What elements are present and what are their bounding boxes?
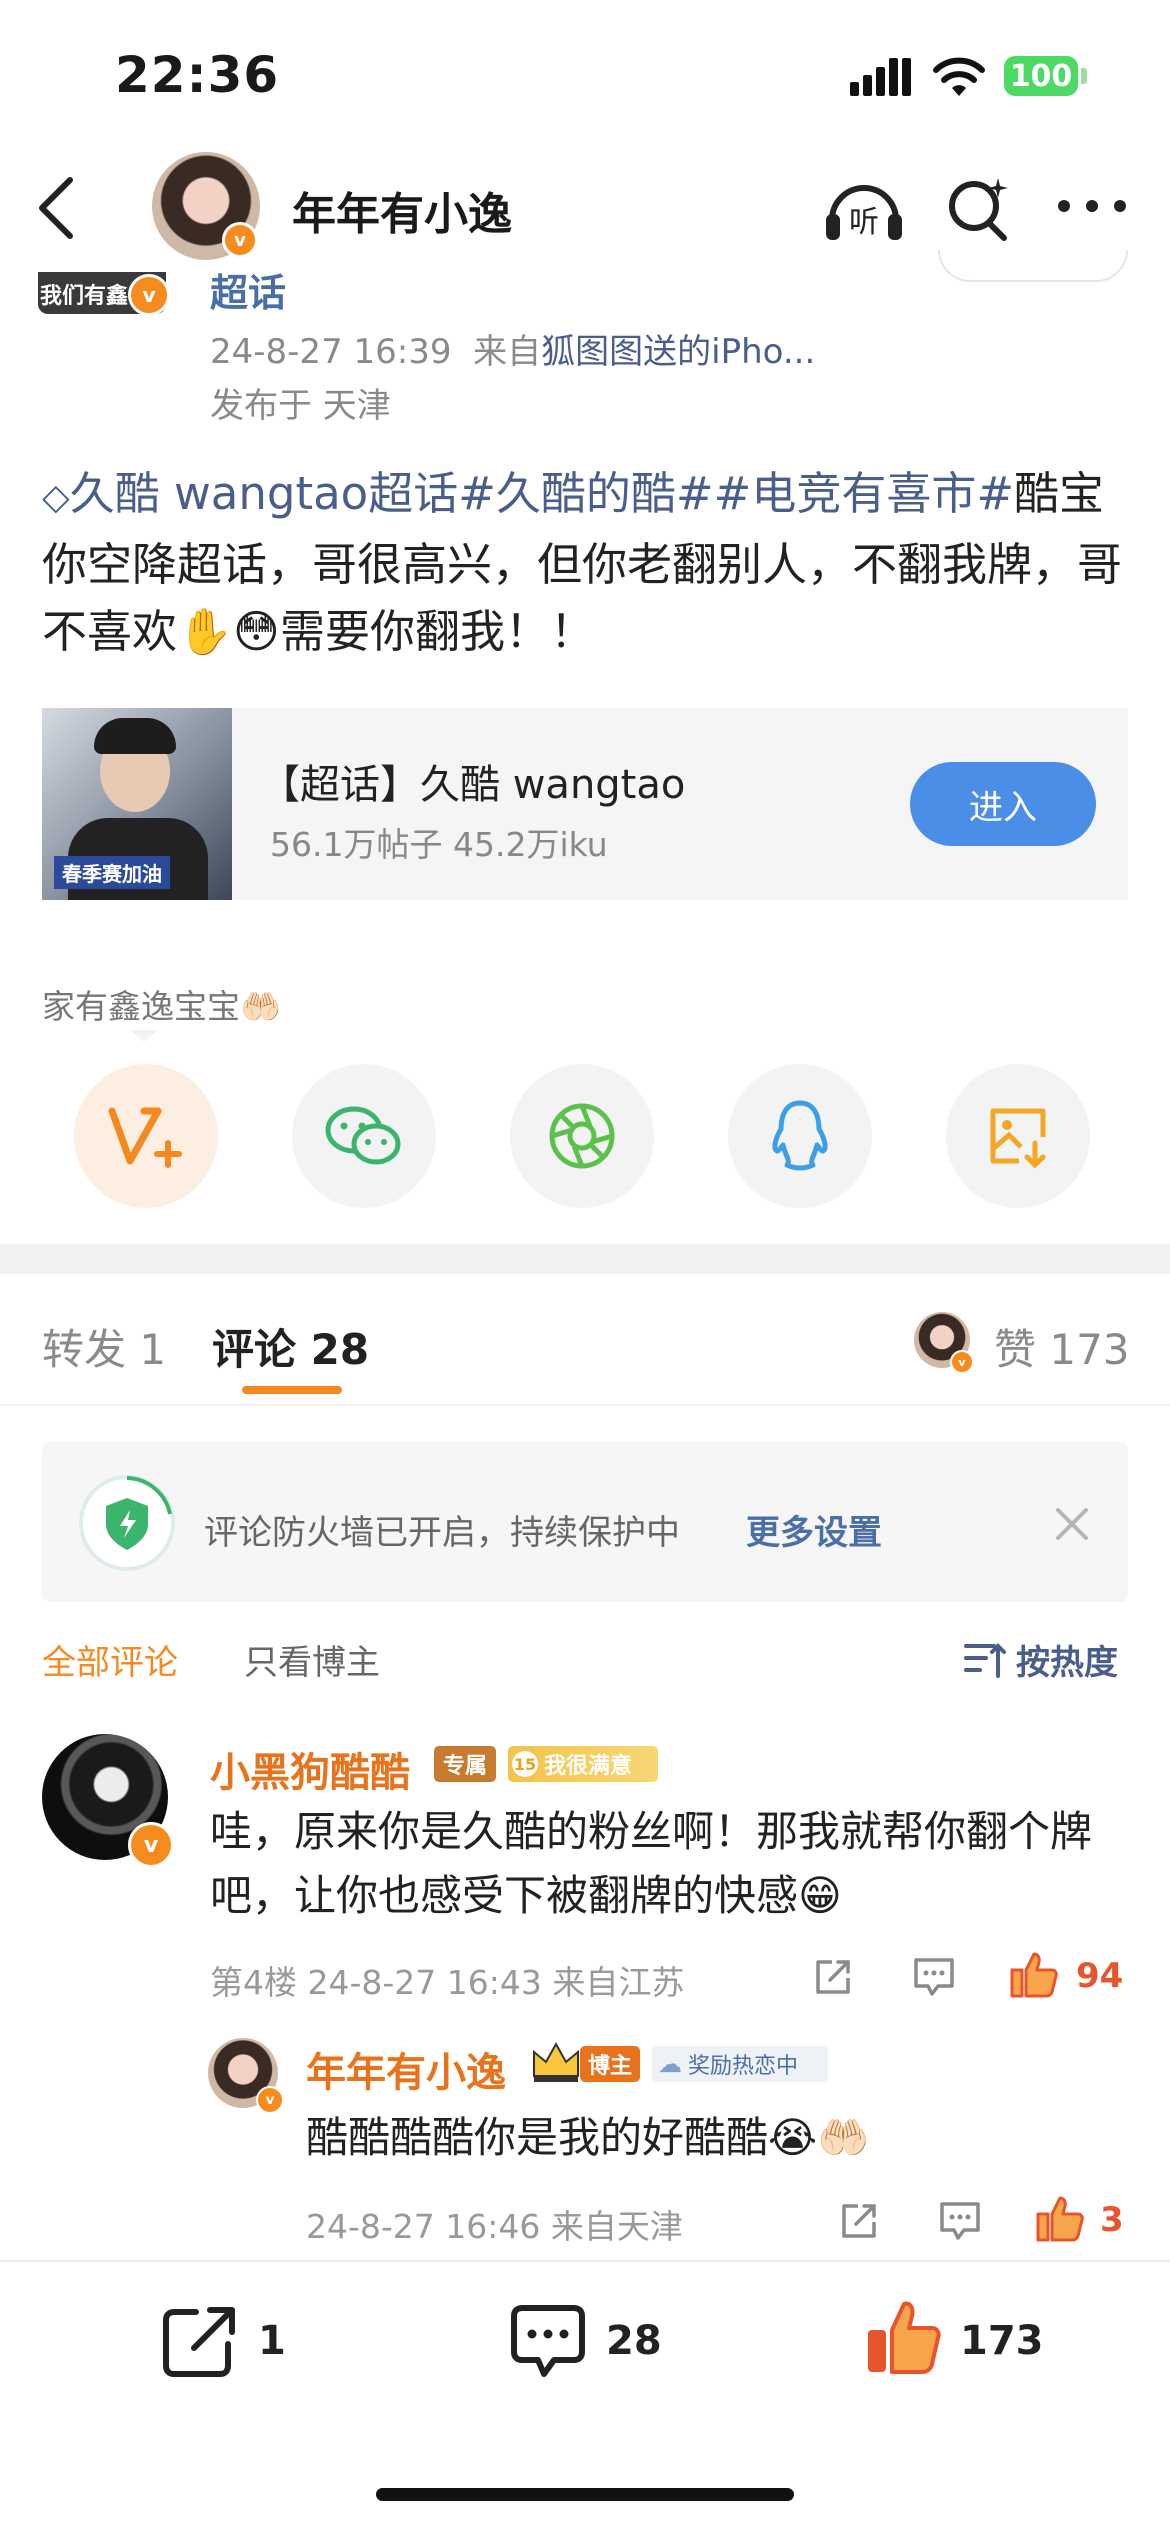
card-image-caption: 春季赛加油 (54, 856, 170, 889)
tabs-divider (0, 1404, 1170, 1406)
qq-icon (772, 1100, 828, 1171)
weibo-v-plus-icon (108, 1107, 182, 1168)
firewall-status-text: 评论防火墙已开启，持续保护中 (204, 1513, 680, 1553)
sort-icon (964, 1643, 1006, 1678)
section-divider (0, 1244, 1170, 1274)
cellular-signal-icon (850, 58, 912, 96)
tab-likes[interactable]: 赞 173 (994, 1316, 1130, 1377)
verified-badge-icon: v (222, 222, 258, 258)
tagline-pointer (130, 1030, 158, 1042)
reply-meta: 24-8-27 16:46 来自天津 (306, 2207, 683, 2246)
verified-badge-icon: v (950, 1350, 974, 1374)
reply-like-count: 3 (1100, 2200, 1124, 2240)
search-sparkle-icon[interactable] (944, 174, 1014, 244)
verified-badge-icon: v (128, 274, 170, 316)
supertopic-card-image: 春季赛加油 (42, 708, 232, 900)
battery-indicator: 100 (1004, 56, 1078, 96)
share-moments-circle[interactable] (510, 1064, 654, 1208)
op-badge: 博主 (580, 2046, 640, 2082)
comment-text: 哇，原来你是久酷的粉丝啊！那我就帮你翻个牌吧，让你也感受下被翻牌的快感😁 (210, 1807, 1093, 1920)
home-indicator (376, 2488, 794, 2501)
post-emoji: ✋😳 (177, 605, 280, 658)
comment-meta: 第4楼 24-8-27 16:43 来自江苏 (210, 1963, 685, 2002)
comment-count: 28 (606, 2318, 662, 2364)
svg-text:听: 听 (849, 205, 879, 240)
commenter-name[interactable]: 小黑狗酷酷 (210, 1740, 410, 1798)
active-tab-underline (242, 1386, 342, 1394)
filter-all-comments[interactable]: 全部评论 (42, 1635, 178, 1684)
status-time: 22:36 (115, 46, 280, 104)
cloud-icon: ☁ (658, 2050, 682, 2078)
exclusive-badge: 专属 (434, 1746, 496, 1782)
share-weibo-circle[interactable] (74, 1064, 218, 1208)
badge-level: 15 (512, 1751, 538, 1777)
reply-comment-icon[interactable] (912, 1956, 956, 1998)
badge-label: 我很满意 (544, 1754, 633, 1779)
like-thumb-icon[interactable] (1008, 1950, 1058, 2000)
repost-comment-icon[interactable] (812, 1956, 854, 1998)
reply-like-thumb-icon[interactable] (1034, 2194, 1084, 2244)
repost-icon[interactable] (160, 2304, 240, 2380)
save-image-icon (990, 1108, 1046, 1169)
reply-author-name[interactable]: 年年有小逸 (306, 2040, 506, 2098)
post-text: ◇久酷 wangtao超话#久酷的酷##电竞有喜市#酷宝你空降超话，哥很高兴，但… (42, 460, 1132, 665)
moments-icon (549, 1103, 615, 1169)
repost-count: 1 (258, 2318, 286, 2364)
post-location: 发布于 天津 (210, 386, 391, 426)
verified-badge-icon: v (256, 2086, 284, 2114)
listen-headphones-icon[interactable]: 听 (822, 172, 906, 244)
share-qq-circle[interactable] (728, 1064, 872, 1208)
like-filled-thumb-icon[interactable] (864, 2298, 942, 2376)
firewall-more-settings-link[interactable]: 更多设置 (746, 1505, 882, 1554)
reward-badge-label: 奖励热恋中 (688, 2054, 799, 2079)
back-arrow-icon[interactable] (34, 176, 78, 240)
header-username[interactable]: 年年有小逸 (292, 178, 512, 242)
share-wechat-circle[interactable] (292, 1064, 436, 1208)
post-source-link[interactable]: 狐图图送的iPho... (541, 332, 815, 372)
enter-supertopic-button[interactable]: 进入 (910, 762, 1096, 846)
reward-badge: ☁ 奖励热恋中 (652, 2046, 828, 2082)
follow-button-edge[interactable] (938, 250, 1128, 282)
battery-tip (1081, 68, 1087, 84)
comment-bubble-icon[interactable] (508, 2302, 588, 2380)
filter-op-only[interactable]: 只看博主 (244, 1635, 380, 1684)
post-tail-text: 需要你翻我！！ (279, 605, 595, 658)
repost-reply-icon[interactable] (838, 2200, 880, 2242)
satisfaction-badge: 15 我很满意 (508, 1746, 658, 1782)
wifi-icon (933, 57, 985, 96)
supertopic-stats: 56.1万帖子 45.2万iku (270, 825, 608, 864)
reply-to-reply-icon[interactable] (938, 2200, 982, 2242)
wechat-icon (325, 1106, 401, 1165)
close-icon[interactable] (1054, 1506, 1090, 1542)
post-timestamp: 24-8-27 16:39 来自狐图图送的iPho... (210, 332, 816, 372)
reply-text: 酷酷酷酷你是我的好酷酷😭🤲🏻 (306, 2113, 870, 2162)
supertopic-title: 【超话】久酷 wangtao (260, 762, 686, 808)
sort-by-hot[interactable]: 按热度 (1016, 1635, 1118, 1684)
verified-badge-icon: v (128, 1822, 174, 1868)
comment-like-count: 94 (1076, 1956, 1124, 1996)
tab-repost[interactable]: 转发 1 (42, 1316, 166, 1377)
share-save-image-circle[interactable] (946, 1064, 1090, 1208)
like-count: 173 (960, 2318, 1044, 2364)
crown-icon (533, 2041, 579, 2082)
more-dots-icon[interactable] (1056, 196, 1128, 216)
tab-comments[interactable]: 评论 28 (212, 1316, 369, 1377)
shield-lightning-icon (79, 1475, 175, 1571)
post-topic-title[interactable]: 超话 (210, 262, 286, 317)
post-tagline: 家有鑫逸宝宝🤲🏻 (42, 987, 282, 1026)
post-topic-links[interactable]: 久酷 wangtao超话#久酷的酷##电竞有喜市# (70, 467, 1014, 520)
supertopic-diamond-icon: ◇ (42, 477, 70, 518)
